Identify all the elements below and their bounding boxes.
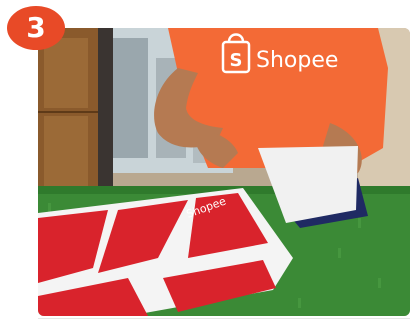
step-number-badge: 3	[7, 6, 65, 50]
svg-text:S: S	[230, 50, 243, 71]
divider	[38, 318, 410, 319]
shirt-logo-text: Shopee	[256, 48, 338, 73]
product-photo: S Shopee Shopee	[38, 28, 410, 316]
